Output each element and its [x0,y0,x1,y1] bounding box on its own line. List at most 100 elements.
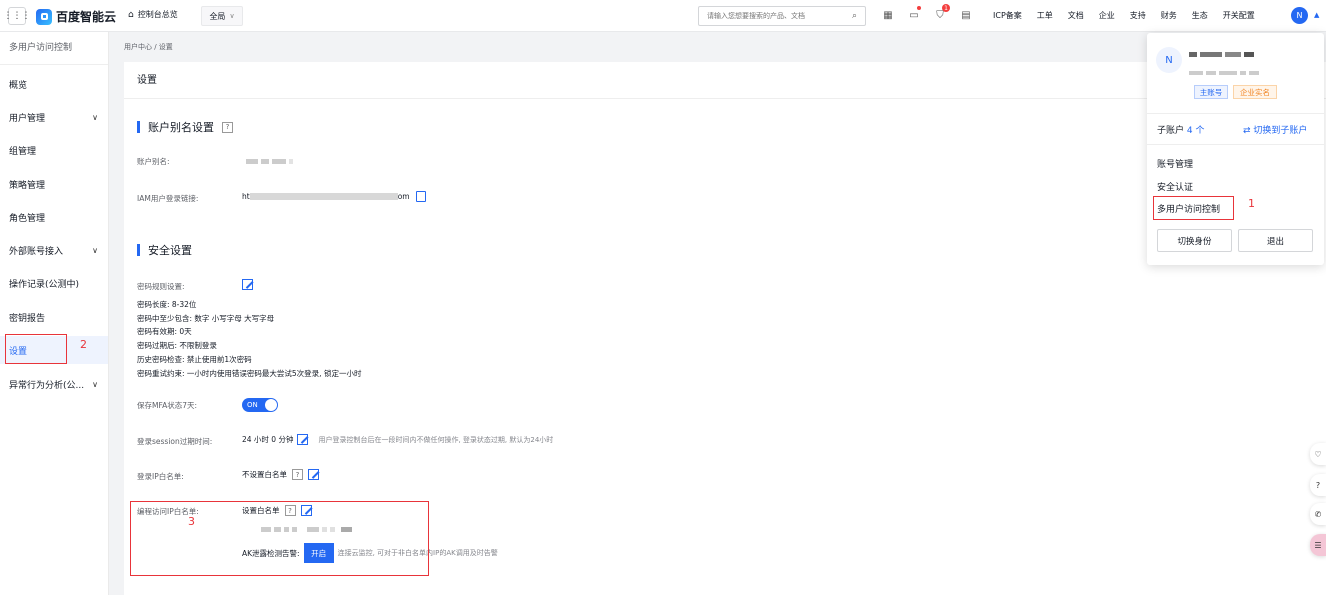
console-home-link[interactable]: ⌂ 控制台总览 [128,9,178,20]
sub-account-label: 子账户 [1157,126,1185,136]
sidebar-item-anomaly-analysis[interactable]: 异常行为分析(公... ∨ [0,370,108,398]
top-menu: ICP备案 工单 文档 企业 支持 财务 生态 开关配置 [993,10,1255,21]
heart-icon[interactable]: ♡ [1310,443,1326,465]
edit-icon[interactable] [308,469,319,480]
search-icon[interactable]: ⌕ [852,11,857,21]
mfa-toggle-label: ON [247,401,258,409]
home-icon: ⌂ [128,9,134,20]
pw-validity: 密码有效期: 0天 [137,327,192,336]
menu-finance[interactable]: 财务 [1161,10,1177,21]
search-box[interactable]: ⌕ [698,6,866,26]
popup-account-name-blurred [1189,50,1257,60]
region-label: 全局 [209,11,226,21]
popup-avatar: N [1156,47,1182,73]
account-management-link[interactable]: 账号管理 [1157,157,1193,170]
menu-enterprise[interactable]: 企业 [1099,10,1115,21]
help-icon[interactable]: ? [292,469,303,480]
iam-link-prefix: ht [242,192,250,201]
annotation-number-3: 3 [188,515,195,528]
alias-label: 账户别名: [137,157,170,166]
switch-sub-account-link[interactable]: ⇄ 切换到子账户 [1243,123,1307,136]
sidebar-item-label: 策略管理 [9,180,46,191]
menu-ecosystem[interactable]: 生态 [1192,10,1208,21]
popup-divider [1147,144,1324,145]
security-section-title: 安全设置 [137,242,192,258]
account-popup: N 主账号 企业实名 子账户 4 个 ⇄ 切换到子账户 账号管理 安全认证 多用… [1147,33,1324,265]
top-navbar: ⋮⋮⋮ 百度智能云 ⌂ 控制台总览 全局 ∨ ⌕ ▦ ▭ ⛉1 ▤ ICP备案 … [0,0,1326,32]
pw-contains: 密码中至少包含: 数字 小写字母 大写字母 [137,314,275,323]
ip-whitelist-value: 不设置白名单 [242,470,287,479]
sub-account-count: 4 个 [1186,126,1205,136]
toggle-knob [265,399,277,411]
iam-link-suffix: om [397,192,410,201]
annotation-box-3 [130,501,429,576]
help-circle-icon[interactable]: ? [1310,474,1326,496]
sidebar-item-overview[interactable]: 概览 [0,70,108,98]
copy-icon[interactable] [415,191,426,202]
pw-rule-label: 密码规则设置: [137,282,185,291]
section-bar [137,121,140,133]
toolbar-icons: ▦ ▭ ⛉ 1 ▤ [880,4,974,23]
sidebar-item-label: 密钥报告 [9,313,46,324]
sidebar-item-users[interactable]: 用户管理 ∨ [0,103,108,131]
popup-divider [1147,113,1324,114]
sidebar-item-groups[interactable]: 组管理 [0,136,108,164]
sidebar-item-label: 用户管理 [9,113,46,124]
logo[interactable]: 百度智能云 [36,8,116,25]
sidebar-item-key-report[interactable]: 密钥报告 [0,303,108,331]
help-icon[interactable]: ? [222,121,233,133]
sidebar-item-roles[interactable]: 角色管理 [0,203,108,231]
qrcode-icon[interactable]: ▦ [880,7,896,23]
session-label: 登录session过期时间: [137,437,213,446]
sidebar-item-policies[interactable]: 策略管理 [0,170,108,198]
ip-whitelist-label: 登录IP白名单: [137,472,184,481]
sidebar-item-label: 组管理 [9,146,37,157]
mfa-toggle[interactable]: ON [242,398,278,412]
alias-section-label: 账户别名设置 [148,121,214,134]
tag-main-account: 主账号 [1194,85,1228,99]
chevron-down-icon: ∨ [92,379,98,389]
menu-ticket[interactable]: 工单 [1037,10,1053,21]
caret-up-icon: ▲ [1314,11,1320,19]
user-avatar[interactable]: N [1291,7,1308,24]
assistant-icon[interactable]: ☰ [1310,534,1326,556]
menu-docs[interactable]: 文档 [1068,10,1084,21]
session-row: 24 小时 0 分钟 用户登录控制台后在一段时间内不做任何操作, 登录状态过期,… [242,434,553,445]
sidebar-item-label: 外部账号接入 [9,246,64,257]
cart-icon[interactable]: ⛉ 1 [932,4,950,23]
message-dot [917,6,921,10]
tag-enterprise-verified: 企业实名 [1233,85,1277,99]
iam-link-value: ht om [242,191,426,202]
message-icon[interactable]: ▭ [906,6,922,23]
pw-rule-edit-button[interactable] [242,279,253,290]
chevron-down-icon: ∨ [92,245,98,255]
console-home-label: 控制台总览 [137,10,178,19]
menu-icp[interactable]: ICP备案 [993,10,1022,21]
logout-button[interactable]: 退出 [1238,229,1313,252]
session-hint: 用户登录控制台后在一段时间内不做任何操作, 登录状态过期, 默认为24小时 [318,435,554,444]
grid-menu-icon[interactable]: ⋮⋮⋮ [4,7,31,25]
page-title: 设置 [124,62,1326,99]
annotation-box-1 [1153,196,1234,220]
logo-text: 百度智能云 [56,10,117,24]
region-select[interactable]: 全局 ∨ [201,6,243,26]
menu-switch-config[interactable]: 开关配置 [1223,10,1255,21]
sidebar-item-operation-log[interactable]: 操作记录(公测中) [0,269,108,297]
search-input[interactable] [707,12,847,20]
phone-icon[interactable]: ✆ [1310,503,1326,525]
ip-whitelist-row: 不设置白名单 ? [242,469,319,480]
menu-support[interactable]: 支持 [1130,10,1146,21]
sidebar-title: 多用户访问控制 [0,32,108,65]
sidebar-item-label: 异常行为分析(公... [9,380,85,391]
sidebar-item-label: 操作记录(公测中) [9,279,80,290]
file-icon[interactable]: ▤ [958,7,974,23]
security-auth-link[interactable]: 安全认证 [1157,180,1193,193]
switch-identity-button[interactable]: 切换身份 [1157,229,1232,252]
sidebar-item-external-accounts[interactable]: 外部账号接入 ∨ [0,236,108,264]
section-bar [137,244,140,256]
popup-account-id-blurred [1189,68,1262,78]
edit-icon[interactable] [297,434,309,445]
pw-length: 密码长度: 8-32位 [137,300,197,309]
cart-badge: 1 [942,4,950,12]
iam-link-label: IAM用户登录链接: [137,194,199,203]
